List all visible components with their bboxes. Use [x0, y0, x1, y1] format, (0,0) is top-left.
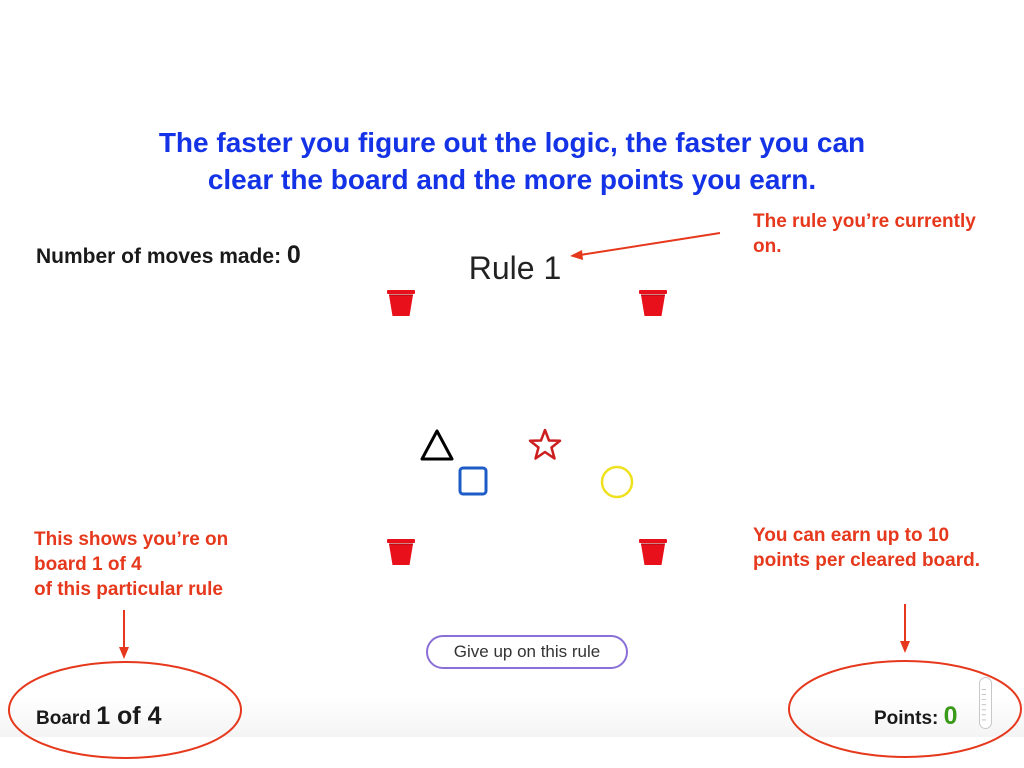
rule-title: Rule 1 — [468, 250, 562, 286]
star-piece[interactable] — [526, 427, 564, 463]
annotation-rule: The rule you’re currently on. — [753, 209, 1015, 258]
square-piece[interactable] — [456, 464, 490, 498]
arrow-to-rule — [579, 232, 721, 256]
annotation-rule-line-1: The rule you’re currently — [753, 211, 976, 232]
board-value: 1 of 4 — [96, 702, 162, 730]
bucket-top-left[interactable] — [386, 287, 416, 317]
annotation-board-line-3: of this particular rule — [34, 579, 223, 600]
annotation-rule-line-2: on. — [753, 236, 782, 257]
annotation-points: You can earn up to 10 points per cleared… — [753, 523, 1015, 573]
points-display: Points: 0 — [874, 698, 958, 737]
triangle-piece[interactable] — [418, 427, 456, 463]
give-up-button[interactable]: Give up on this rule — [426, 635, 628, 669]
moves-count: 0 — [286, 241, 301, 269]
annotation-points-line-1: You can earn up to 10 — [753, 525, 950, 546]
moves-label: Number of moves made: — [36, 245, 282, 268]
bucket-bottom-right[interactable] — [638, 536, 668, 566]
bucket-bottom-left[interactable] — [386, 536, 416, 566]
points-value: 0 — [943, 702, 958, 730]
annotation-board-line-1: This shows you’re on — [34, 529, 229, 550]
arrowhead-icon — [119, 647, 129, 659]
bucket-top-right[interactable] — [638, 287, 668, 317]
annotation-points-line-2: points per cleared board. — [753, 550, 980, 571]
intro-line-2: clear the board and the more points you … — [207, 164, 817, 195]
points-label: Points: — [874, 708, 939, 729]
circle-piece[interactable] — [598, 463, 636, 501]
board-label: Board — [36, 708, 91, 729]
annotation-board: This shows you’re on board 1 of 4 of thi… — [34, 527, 294, 602]
points-meter-icon — [979, 677, 992, 729]
intro-text: The faster you figure out the logic, the… — [60, 124, 964, 198]
moves-counter: Number of moves made: 0 — [36, 240, 301, 272]
intro-line-1: The faster you figure out the logic, the… — [158, 127, 866, 158]
arrowhead-icon — [900, 641, 910, 653]
annotation-board-line-2: board 1 of 4 — [34, 554, 142, 575]
board-counter: Board 1 of 4 — [36, 698, 161, 737]
